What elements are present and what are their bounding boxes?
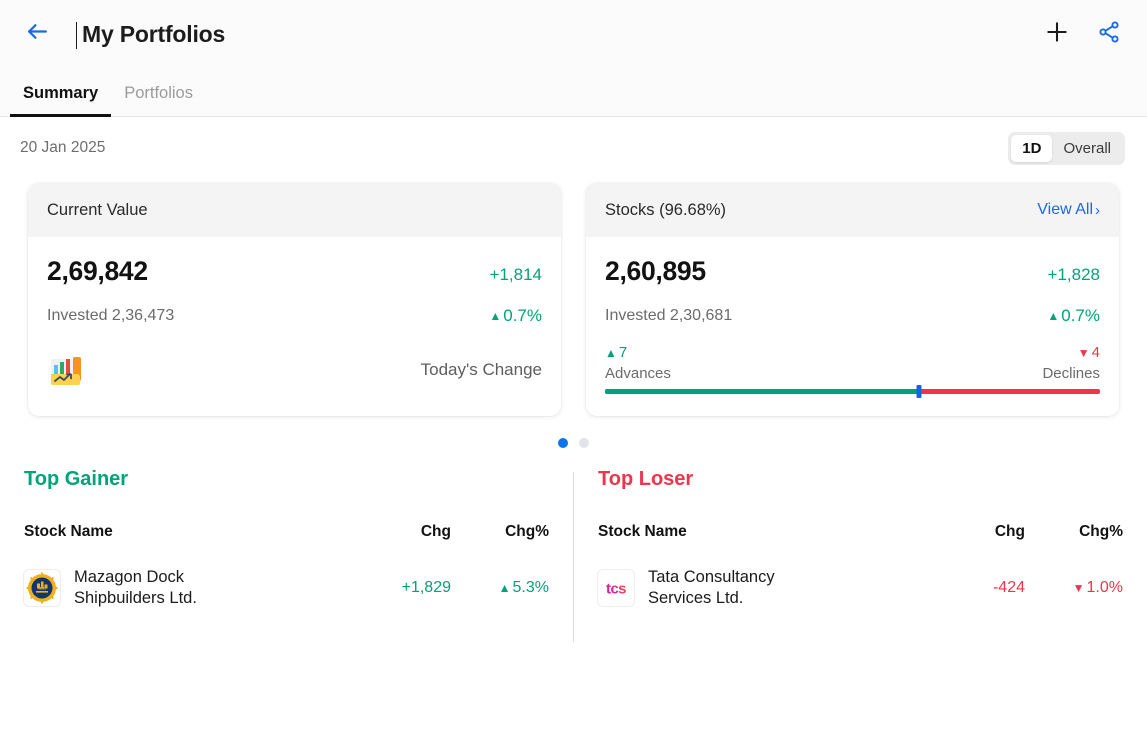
current-value-footer-row: Today's Change: [47, 350, 542, 390]
range-option-1d-label: 1D: [1022, 139, 1042, 157]
advances-declines-counts: 7 4: [605, 344, 1100, 361]
sub-bar: 20 Jan 2025 1D Overall: [0, 117, 1147, 179]
top-loser-col-chg-pct: Chg%: [1079, 523, 1123, 540]
top-loser-col-chg: Chg: [994, 523, 1025, 540]
top-gainer-col-name: Stock Name: [24, 523, 113, 540]
top-gainer-column: Top Gainer Stock Name Chg Chg% md Mazago…: [0, 468, 573, 642]
top-loser-stock-name-line2: Services Ltd.: [648, 589, 744, 607]
top-loser-col-name: Stock Name: [598, 523, 687, 540]
top-loser-stock-cell: tcs Tata Consultancy Services Ltd.: [598, 567, 913, 609]
advances-bar-marker: [916, 385, 922, 398]
top-loser-table-header: Stock Name Chg Chg%: [598, 523, 1123, 541]
advances-count: 7: [605, 344, 627, 361]
top-gainer-stock-name: Mazagon Dock Shipbuilders Ltd.: [74, 567, 197, 609]
top-loser-title: Top Loser: [598, 468, 694, 490]
top-loser-column: Top Loser Stock Name Chg Chg% tcs Tata C…: [574, 468, 1147, 642]
svg-text:md: md: [38, 586, 46, 592]
declines-label: Declines: [1042, 365, 1100, 382]
top-loser-chg-pct-cell: 1.0%: [1025, 579, 1123, 597]
top-loser-stock-name: Tata Consultancy Services Ltd.: [648, 567, 775, 609]
current-value-title: Current Value: [47, 200, 148, 219]
svg-text:tcs: tcs: [606, 581, 626, 598]
back-button[interactable]: [20, 17, 54, 51]
tab-portfolios-label: Portfolios: [124, 84, 193, 102]
top-gainer-stock-cell: md Mazagon Dock Shipbuilders Ltd.: [24, 567, 339, 609]
top-gainer-chg-pct-cell: 5.3%: [451, 579, 549, 597]
top-gainer-chg-value: +1,829: [401, 579, 451, 596]
range-option-overall-label: Overall: [1063, 139, 1111, 157]
advances-label: Advances: [605, 365, 671, 382]
current-value-card[interactable]: Current Value 2,69,842 +1,814 Invested 2…: [28, 183, 561, 416]
top-gainer-table: Stock Name Chg Chg% md Mazagon Dock Ship…: [24, 523, 549, 609]
todays-change-label: Today's Change: [420, 360, 542, 379]
current-value-main-row: 2,69,842 +1,814: [47, 256, 542, 287]
current-value-amount: 2,69,842: [47, 256, 148, 286]
carousel-dot-1[interactable]: [558, 438, 568, 448]
tab-summary-label: Summary: [23, 84, 99, 102]
tab-summary[interactable]: Summary: [10, 84, 112, 117]
bar-chart-emoji-icon: [47, 350, 87, 390]
advances-declines-bar: [605, 385, 1100, 398]
current-value-delta: +1,814: [489, 265, 542, 284]
tab-portfolios[interactable]: Portfolios: [111, 84, 206, 116]
current-value-percent: 0.7%: [489, 306, 542, 326]
range-toggle: 1D Overall: [1008, 131, 1125, 165]
stocks-invested: Invested 2,30,681: [605, 307, 733, 324]
date-label: 20 Jan 2025: [20, 139, 106, 156]
stocks-title: Stocks (96.68%): [605, 200, 727, 219]
carousel-dots: [0, 438, 1147, 448]
current-value-card-body: 2,69,842 +1,814 Invested 2,36,473 0.7%: [28, 237, 561, 412]
advances-bar-fill: [605, 389, 920, 394]
stocks-main-row: 2,60,895 +1,828: [605, 256, 1100, 287]
tcs-logo-icon: tcs: [598, 570, 634, 606]
declines-count: 4: [1078, 344, 1100, 361]
top-loser-stock-name-line1: Tata Consultancy: [648, 568, 775, 586]
top-loser-chg-value: -424: [992, 579, 1025, 596]
current-value-invested-row: Invested 2,36,473 0.7%: [47, 306, 542, 326]
current-value-card-header: Current Value: [28, 183, 561, 237]
app-bar: My Portfolios: [0, 0, 1147, 68]
top-gainer-col-chg: Chg: [420, 523, 451, 540]
view-all-label: View All: [1037, 201, 1093, 218]
add-portfolio-button[interactable]: [1037, 14, 1077, 54]
top-gainer-stock-name-line2: Shipbuilders Ltd.: [74, 589, 197, 607]
table-row[interactable]: tcs Tata Consultancy Services Ltd. -424 …: [598, 567, 1123, 609]
range-option-overall[interactable]: Overall: [1052, 135, 1122, 162]
carousel-dot-2[interactable]: [579, 438, 589, 448]
stocks-card-body: 2,60,895 +1,828 Invested 2,30,681 0.7% 7…: [586, 237, 1119, 416]
chevron-right-icon: ›: [1095, 201, 1100, 219]
share-button[interactable]: [1089, 14, 1129, 54]
top-gainer-stock-name-line1: Mazagon Dock: [74, 568, 185, 586]
plus-icon: [1044, 19, 1070, 50]
top-loser-chg-pct-value: 1.0%: [1073, 579, 1123, 597]
top-gainer-chg-pct-value: 5.3%: [499, 579, 549, 597]
tab-bar: Summary Portfolios: [0, 68, 1147, 117]
page-title: My Portfolios: [75, 20, 226, 49]
gainers-losers-section: Top Gainer Stock Name Chg Chg% md Mazago…: [0, 468, 1147, 642]
view-all-link[interactable]: View All ›: [1037, 201, 1100, 219]
table-row[interactable]: md Mazagon Dock Shipbuilders Ltd. +1,829…: [24, 567, 549, 609]
stocks-card-header: Stocks (96.68%) View All ›: [586, 183, 1119, 237]
stocks-delta: +1,828: [1047, 265, 1100, 284]
stocks-invested-row: Invested 2,30,681 0.7%: [605, 306, 1100, 326]
stocks-card[interactable]: Stocks (96.68%) View All › 2,60,895 +1,8…: [586, 183, 1119, 416]
range-option-1d[interactable]: 1D: [1011, 134, 1053, 162]
stocks-amount: 2,60,895: [605, 256, 706, 286]
top-gainer-col-chg-pct: Chg%: [505, 523, 549, 540]
top-gainer-table-header: Stock Name Chg Chg%: [24, 523, 549, 541]
summary-cards-row: Current Value 2,69,842 +1,814 Invested 2…: [0, 183, 1147, 416]
current-value-invested: Invested 2,36,473: [47, 307, 175, 324]
mazagon-dock-logo-icon: md: [24, 570, 60, 606]
stocks-percent: 0.7%: [1047, 306, 1100, 326]
top-gainer-title: Top Gainer: [24, 468, 129, 490]
advances-declines-labels: Advances Declines: [605, 365, 1100, 382]
arrow-left-icon: [25, 19, 50, 49]
share-icon: [1097, 20, 1121, 49]
top-loser-table: Stock Name Chg Chg% tcs Tata Consultancy…: [598, 523, 1123, 609]
